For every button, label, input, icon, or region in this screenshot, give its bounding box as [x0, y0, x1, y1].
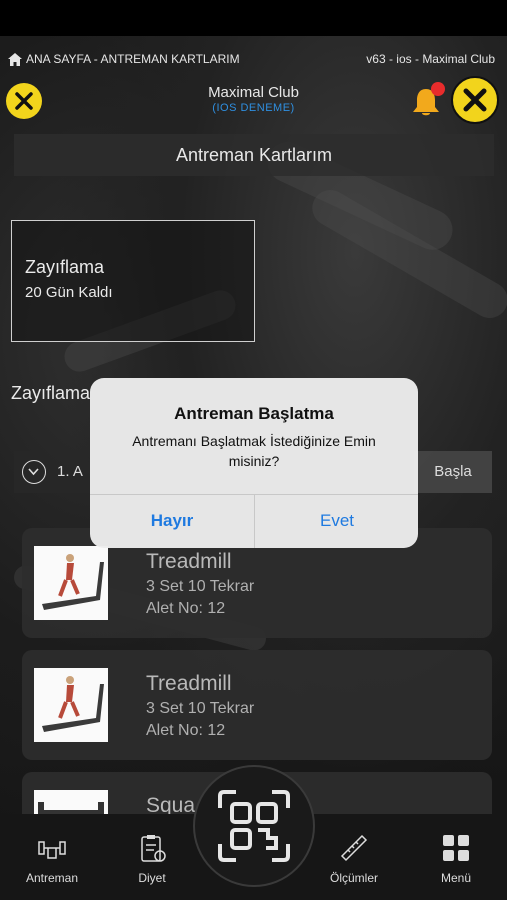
yes-button[interactable]: Evet: [255, 494, 418, 548]
training-plan-card[interactable]: Zayıflama 20 Gün Kaldı: [11, 220, 255, 342]
breadcrumb-text: ANA SAYFA - ANTREMAN KARTLARIM: [26, 52, 240, 66]
page-title: Antreman Kartlarım: [14, 134, 494, 176]
exercise-thumbnail: [34, 546, 108, 620]
nav-label-antreman: Antreman: [25, 871, 79, 885]
plan-name: Zayıflama: [25, 257, 105, 277]
exercise-name: Treadmill: [146, 672, 232, 695]
qr-code-icon: [218, 790, 290, 862]
nav-item-diyet[interactable]: Diyet: [124, 832, 180, 885]
ruler-icon: [340, 834, 368, 862]
nav-item-menu[interactable]: Menü: [430, 832, 482, 885]
exercise-sets: 3 Set 10 Tekrar: [146, 578, 255, 595]
home-icon: [8, 52, 22, 66]
dialog-message: Antremanı Başlatmak İstediğinize Emin mi…: [132, 433, 376, 469]
exercise-equipment-no: Alet No: 12: [146, 722, 226, 739]
notification-badge: [431, 82, 445, 96]
exercise-name: Treadmill: [146, 550, 232, 573]
breadcrumb[interactable]: ANA SAYFA - ANTREMAN KARTLARIM: [8, 52, 240, 66]
nav-label-diyet: Diyet: [138, 871, 166, 885]
version-info: v63 - ios - Maximal Club: [366, 52, 495, 66]
chevron-down-icon[interactable]: [22, 460, 46, 484]
no-button[interactable]: Hayır: [90, 494, 254, 548]
dumbbell-icon: [38, 841, 66, 859]
nav-label-olcumler: Ölçümler: [329, 871, 378, 885]
brand-logo-icon[interactable]: [451, 76, 499, 124]
dialog-title: Antreman Başlatma: [174, 404, 334, 423]
plan-remaining-days: 20 Gün Kaldı: [25, 284, 113, 301]
exercise-equipment-no: Alet No: 12: [146, 600, 226, 617]
qr-scan-button[interactable]: [193, 765, 315, 887]
nav-item-antreman[interactable]: Antreman: [22, 832, 82, 885]
grid-menu-icon: [443, 835, 469, 861]
nav-label-menu: Menü: [440, 871, 472, 885]
diet-clipboard-icon: [141, 835, 166, 862]
plan-heading: Zayıflama: [11, 383, 91, 403]
top-info-strip: ANA SAYFA - ANTREMAN KARTLARIM v63 - ios…: [0, 48, 507, 70]
start-button[interactable]: Başla: [414, 451, 492, 493]
nav-item-olcumler[interactable]: Ölçümler: [322, 832, 386, 885]
start-training-dialog: Antreman Başlatma Antremanı Başlatmak İs…: [90, 378, 418, 548]
status-bar: [0, 0, 507, 36]
training-day-label: 1. A: [57, 463, 83, 480]
app-header: Maximal Club (IOS DENEME): [0, 76, 507, 132]
exercise-card[interactable]: Treadmill 3 Set 10 Tekrar Alet No: 12: [22, 650, 492, 760]
exercise-thumbnail: [34, 668, 108, 742]
exercise-sets: 3 Set 10 Tekrar: [146, 700, 255, 717]
